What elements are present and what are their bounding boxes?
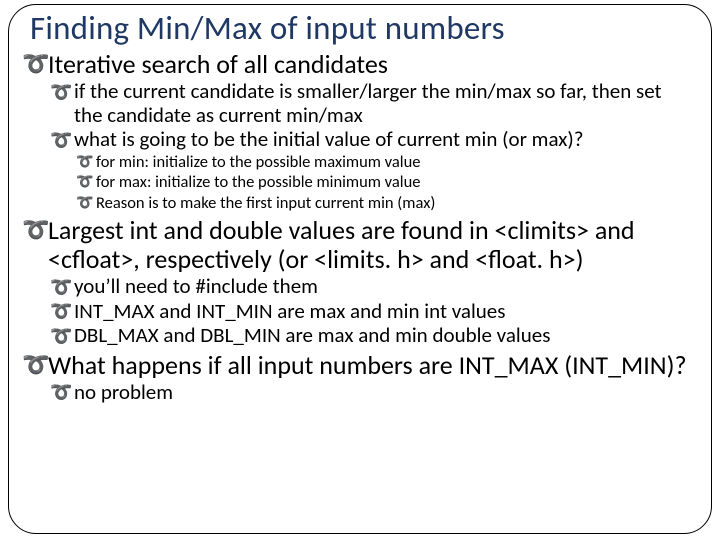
slide-content: Iterative search of all candidates if th…: [16, 50, 704, 404]
bullet-l2: you’ll need to #include them: [50, 275, 694, 299]
bullet-l1: Largest int and double values are found …: [22, 216, 698, 274]
bullet-l2: what is going to be the initial value of…: [50, 128, 694, 152]
bullet-l1: What happens if all input numbers are IN…: [22, 351, 698, 380]
bullet-l3: for min: initialize to the possible maxi…: [76, 153, 694, 172]
bullet-l2: if the current candidate is smaller/larg…: [50, 80, 694, 127]
bullet-l3: Reason is to make the first input curren…: [76, 194, 694, 213]
bullet-l1: Iterative search of all candidates: [22, 50, 698, 79]
slide-title: Finding Min/Max of input numbers: [30, 8, 704, 48]
slide: Finding Min/Max of input numbers Iterati…: [0, 0, 720, 540]
bullet-l2: DBL_MAX and DBL_MIN are max and min doub…: [50, 324, 694, 348]
bullet-l3: for max: initialize to the possible mini…: [76, 173, 694, 192]
bullet-l2: INT_MAX and INT_MIN are max and min int …: [50, 300, 694, 324]
bullet-l2: no problem: [50, 381, 694, 405]
